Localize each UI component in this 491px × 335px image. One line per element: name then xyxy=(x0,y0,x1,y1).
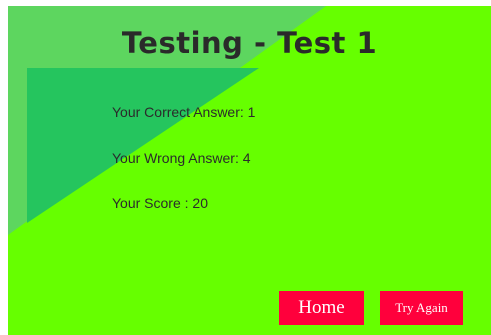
result-panel: Testing - Test 1 Your Correct Answer: 1 … xyxy=(8,6,491,335)
wrong-answer-count: Your Wrong Answer: 4 xyxy=(112,150,251,166)
score-display: Your Score : 20 xyxy=(112,195,208,211)
try-again-button[interactable]: Try Again xyxy=(380,291,463,325)
home-button[interactable]: Home xyxy=(279,291,364,325)
page-title: Testing - Test 1 xyxy=(121,26,378,60)
correct-answer-count: Your Correct Answer: 1 xyxy=(112,104,256,120)
